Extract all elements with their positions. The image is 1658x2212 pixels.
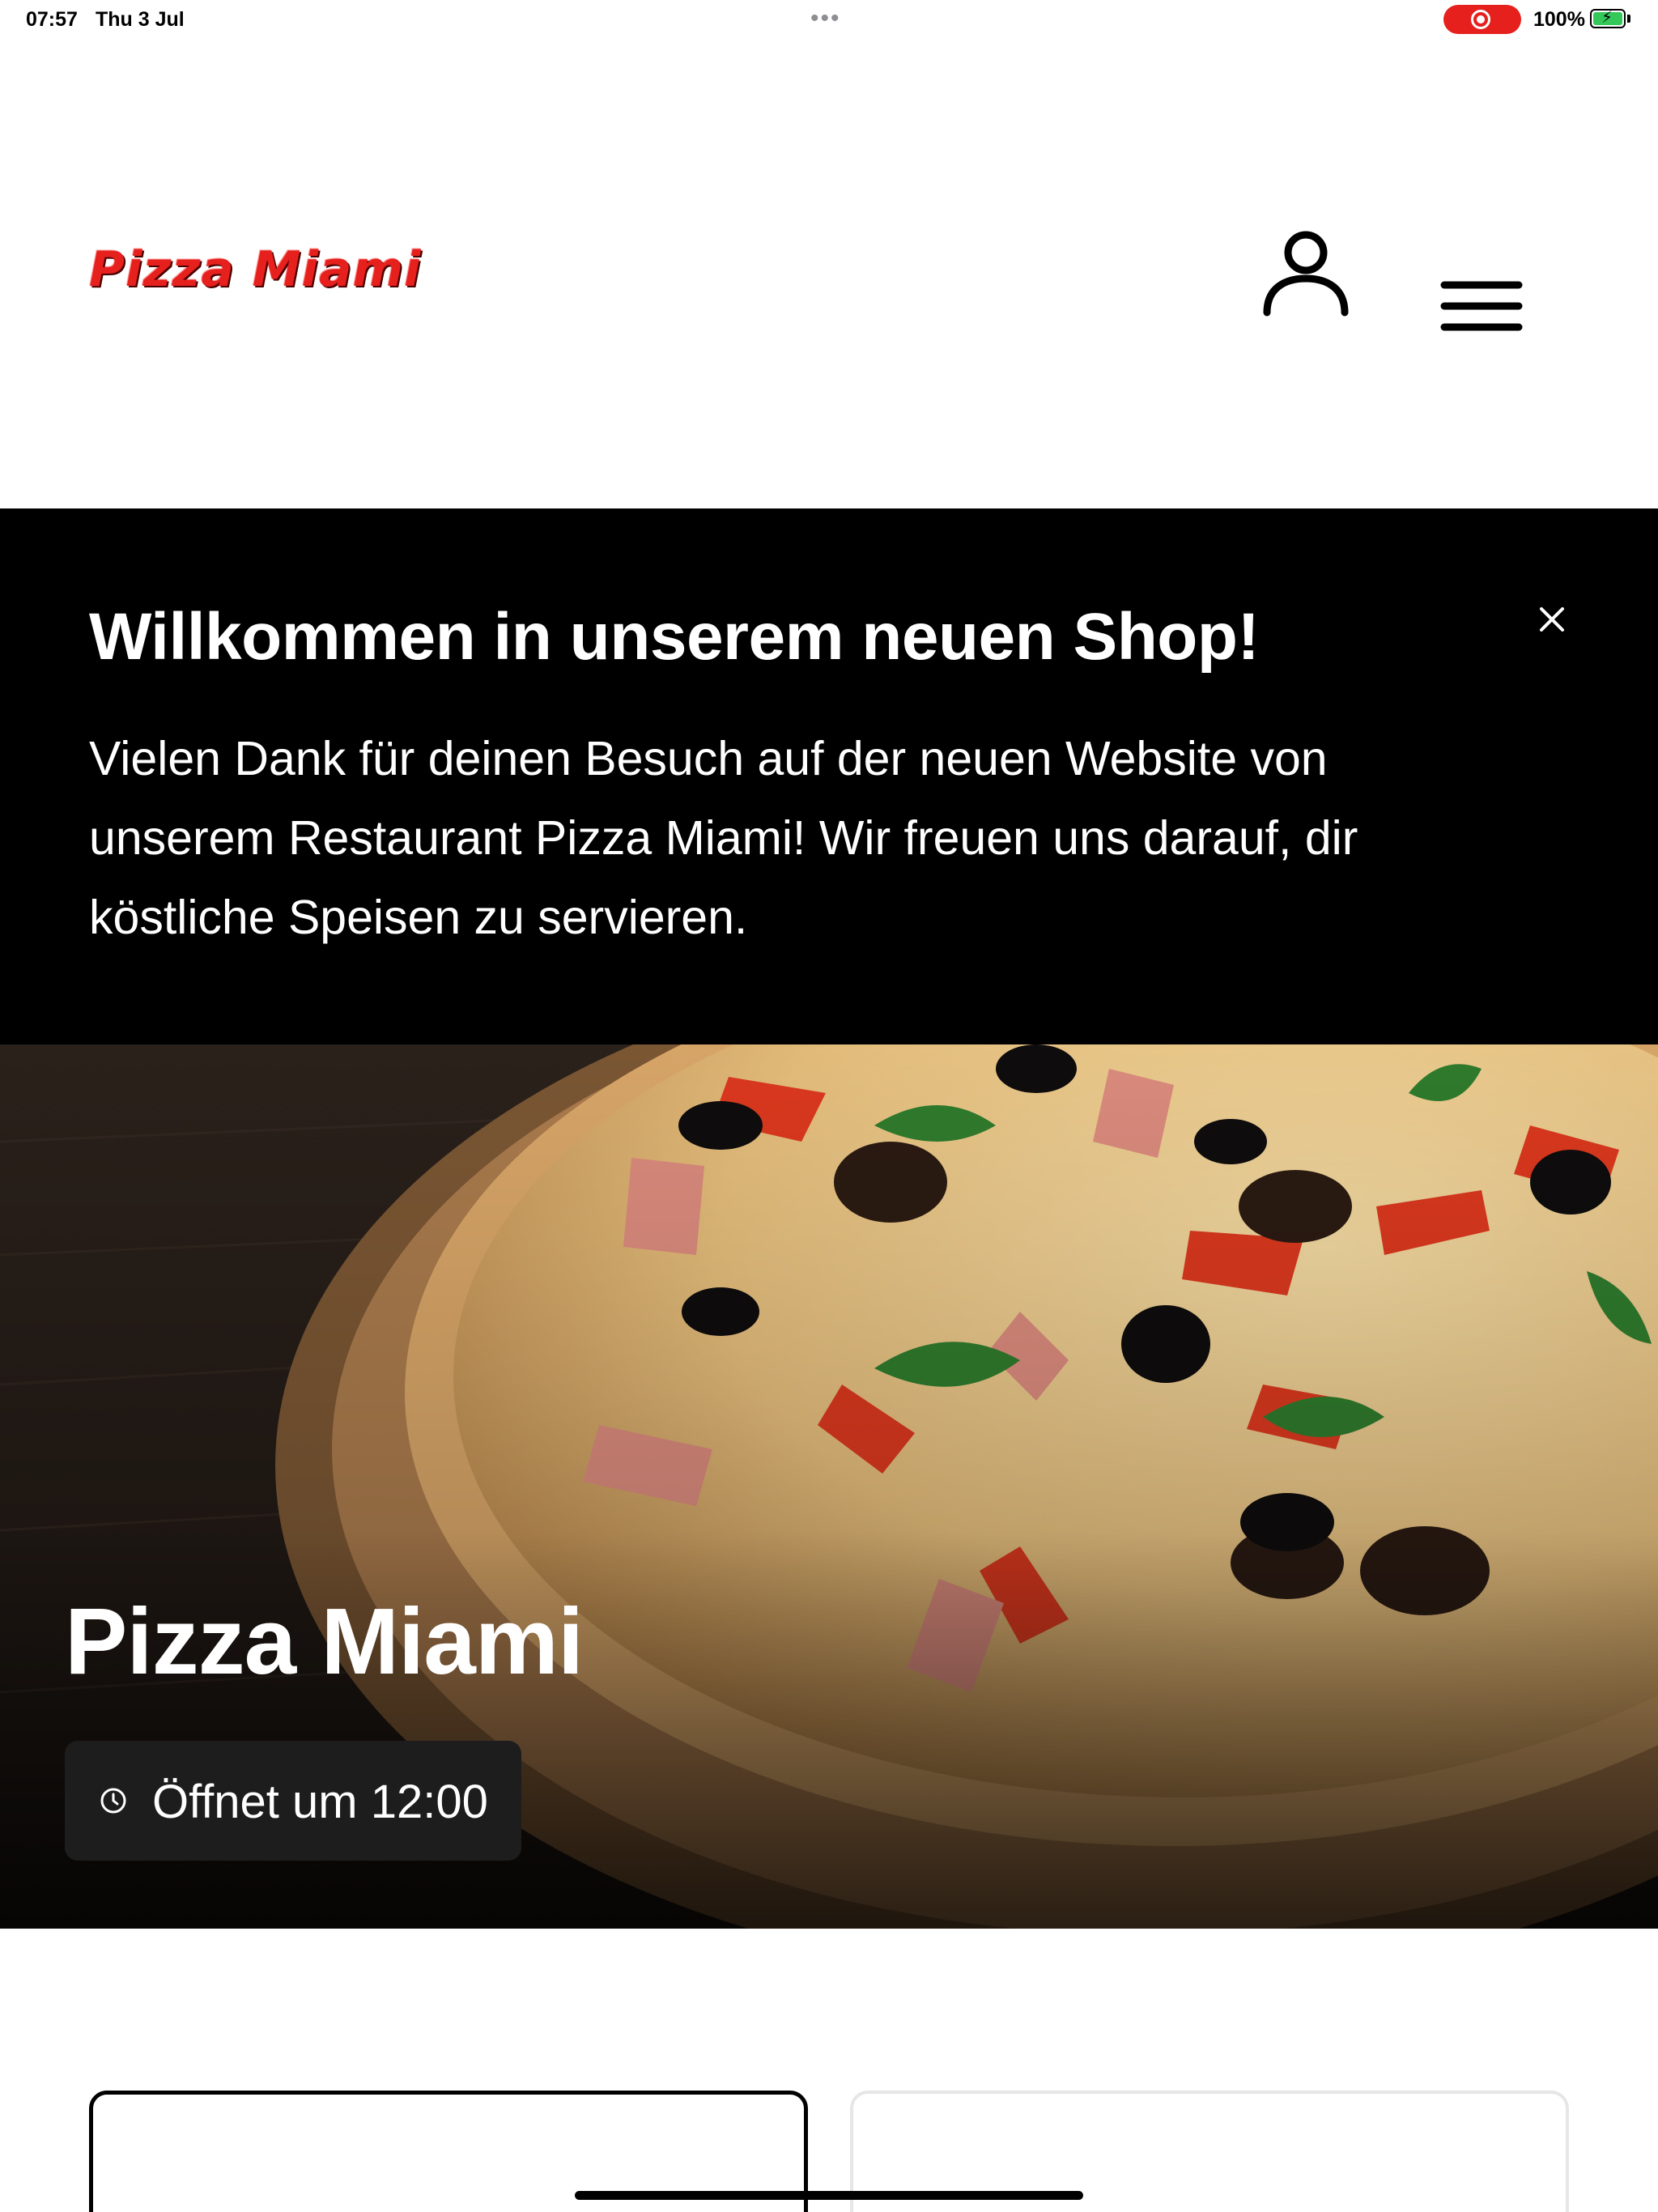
clock-icon	[100, 1788, 126, 1814]
status-date: Thu 3 Jul	[96, 8, 185, 31]
screen-recording-icon[interactable]	[1443, 5, 1521, 34]
charging-bolt-icon: ⚡	[1601, 9, 1613, 27]
opening-hours-label: Öffnet um 12:00	[152, 1776, 488, 1828]
logo[interactable]: Pizza Miami	[89, 241, 422, 298]
multitasking-dots[interactable]: •••	[810, 6, 841, 31]
hero-section: Pizza Miami Öffnet um 12:00	[0, 1044, 1658, 1929]
home-indicator[interactable]	[575, 2191, 1083, 2200]
battery-icon: ⚡	[1590, 9, 1626, 28]
status-time: 07:57	[26, 8, 78, 31]
battery-percentage: 100%	[1533, 8, 1585, 31]
close-icon[interactable]	[1530, 598, 1574, 641]
battery-cap	[1627, 15, 1630, 23]
site-header: Pizza Miami	[0, 39, 1658, 508]
hamburger-menu-icon[interactable]	[1433, 274, 1530, 347]
banner-text: Vielen Dank für deinen Besuch auf der ne…	[89, 732, 1358, 944]
user-icon[interactable]	[1259, 225, 1353, 319]
welcome-banner: Willkommen in unserem neuen Shop! Vielen…	[0, 508, 1658, 1044]
page: 07:57 Thu 3 Jul ••• 100% ⚡ Pizza Miami W…	[0, 0, 1658, 2212]
restaurant-name: Pizza Miami	[65, 1589, 584, 1694]
status-bar: 07:57 Thu 3 Jul ••• 100% ⚡	[0, 0, 1658, 39]
opening-hours-badge: Öffnet um 12:00	[65, 1741, 521, 1861]
banner-title: Willkommen in unserem neuen Shop!	[89, 600, 1260, 674]
